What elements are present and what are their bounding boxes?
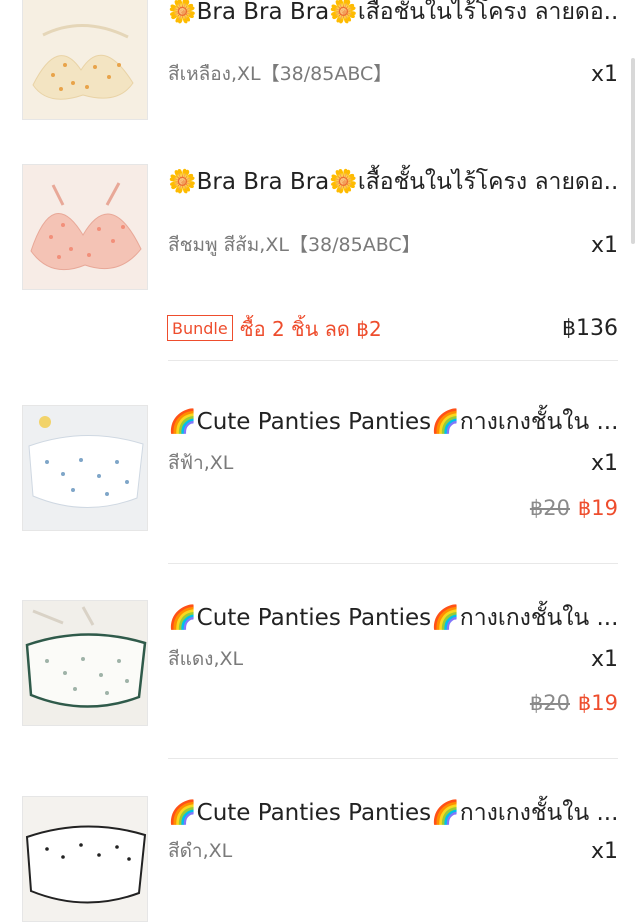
divider — [168, 758, 618, 759]
product-title[interactable]: 🌈Cute Panties Panties🌈กางเกงชั้นใน ... — [168, 793, 620, 833]
panties-image-icon — [23, 797, 147, 921]
panties-image-icon — [23, 601, 147, 725]
product-title[interactable]: 🌈Cute Panties Panties🌈กางเกงชั้นใน ... — [168, 598, 620, 638]
bra-image-icon — [23, 0, 147, 119]
product-title[interactable]: 🌈Cute Panties Panties🌈กางเกงชั้นใน ... — [168, 402, 620, 442]
product-quantity: x1 — [590, 451, 618, 476]
product-thumbnail[interactable] — [22, 796, 148, 922]
bundle-total-price: ฿136 — [562, 316, 618, 341]
product-quantity: x1 — [590, 233, 618, 258]
bundle-offer: ซื้อ 2 ชิ้น ลด ฿2 — [240, 317, 382, 341]
bra-image-icon — [23, 165, 147, 289]
product-thumbnail[interactable] — [22, 164, 148, 290]
product-variant: สีชมพู สีส้ม,XL【38/85ABC】 — [168, 234, 421, 256]
bundle-tag: Bundle — [167, 315, 233, 341]
product-quantity: x1 — [590, 647, 618, 672]
discounted-price: ฿19 — [577, 496, 618, 520]
product-variant: สีดำ,XL — [168, 840, 233, 862]
product-quantity: x1 — [590, 62, 618, 87]
original-price: ฿20 — [529, 691, 570, 715]
product-variant: สีแดง,XL — [168, 648, 244, 670]
discounted-price: ฿19 — [577, 691, 618, 715]
original-price: ฿20 — [529, 496, 570, 520]
product-title[interactable]: 🌼Bra Bra Bra🌼เสื้อชั้นในไร้โครง ลายดอ... — [168, 0, 620, 32]
scrollbar[interactable] — [631, 58, 635, 244]
product-variant: สีเหลือง,XL【38/85ABC】 — [168, 63, 393, 85]
product-quantity: x1 — [590, 839, 618, 864]
product-thumbnail[interactable] — [22, 405, 148, 531]
divider — [168, 563, 618, 564]
product-thumbnail[interactable] — [22, 0, 148, 120]
product-title[interactable]: 🌼Bra Bra Bra🌼เสื้อชั้นในไร้โครง ลายดอ... — [168, 162, 620, 202]
panties-image-icon — [23, 406, 147, 530]
product-thumbnail[interactable] — [22, 600, 148, 726]
divider — [168, 360, 618, 361]
product-variant: สีฟ้า,XL — [168, 452, 234, 474]
